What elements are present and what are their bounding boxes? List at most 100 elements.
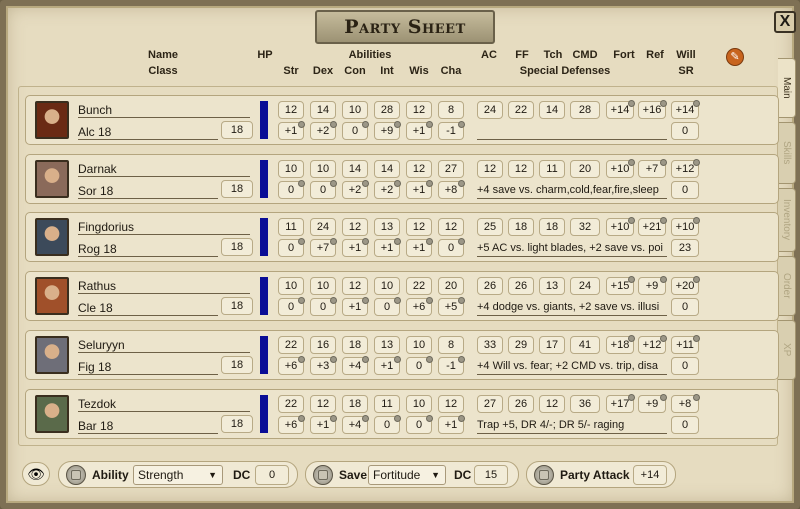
ability-score[interactable]: 10 — [278, 277, 304, 295]
ability-modifier[interactable]: +6 — [406, 297, 433, 316]
ability-dc-field[interactable]: 0 — [255, 465, 289, 485]
defense-will[interactable]: +14 — [671, 100, 700, 119]
sr-field[interactable]: 0 — [671, 357, 699, 375]
attack-roll-button[interactable] — [534, 465, 554, 485]
ability-modifier[interactable]: +1 — [342, 238, 369, 257]
tab-main[interactable]: Main — [778, 58, 796, 118]
ability-score[interactable]: 14 — [374, 160, 400, 178]
ability-modifier[interactable]: +7 — [310, 238, 337, 257]
character-name[interactable]: Tezdok — [78, 397, 250, 412]
defense-cmd[interactable]: 20 — [570, 160, 600, 178]
ability-score[interactable]: 24 — [310, 218, 336, 236]
ability-score[interactable]: 10 — [278, 160, 304, 178]
defense-fort[interactable]: +10 — [606, 159, 635, 178]
ability-score[interactable]: 20 — [438, 277, 464, 295]
ability-score[interactable]: 12 — [406, 218, 432, 236]
ability-score[interactable]: 10 — [310, 160, 336, 178]
ability-modifier[interactable]: +1 — [342, 297, 369, 316]
defense-ac[interactable]: 26 — [477, 277, 503, 295]
ability-modifier[interactable]: +4 — [342, 415, 369, 434]
defense-tch[interactable]: 14 — [539, 101, 565, 119]
defense-cmd[interactable]: 28 — [570, 101, 600, 119]
defense-fort[interactable]: +15 — [606, 276, 635, 295]
character-name[interactable]: Fingdorius — [78, 220, 250, 235]
ability-modifier[interactable]: +8 — [438, 180, 465, 199]
defense-ref[interactable]: +12 — [638, 335, 667, 354]
ability-modifier[interactable]: +2 — [342, 180, 369, 199]
edit-icon[interactable]: ✎ — [726, 48, 744, 66]
ability-score[interactable]: 13 — [374, 336, 400, 354]
ability-modifier[interactable]: +9 — [374, 121, 401, 140]
defense-tch[interactable]: 17 — [539, 336, 565, 354]
character-class[interactable]: Fig 18 — [78, 360, 218, 375]
eye-icon[interactable]: 👁 — [22, 462, 50, 486]
ability-score[interactable]: 10 — [310, 277, 336, 295]
ability-modifier[interactable]: 0 — [310, 180, 337, 199]
defense-will[interactable]: +10 — [671, 217, 700, 236]
defense-ac[interactable]: 24 — [477, 101, 503, 119]
ability-modifier[interactable]: +3 — [310, 356, 337, 375]
ability-score[interactable]: 14 — [310, 101, 336, 119]
character-name[interactable]: Rathus — [78, 279, 250, 294]
special-defenses-field[interactable]: Trap +5, DR 4/-; DR 5/- raging — [477, 419, 667, 434]
character-class[interactable]: Rog 18 — [78, 242, 218, 257]
tab-inventory[interactable]: Inventory — [778, 188, 796, 252]
defense-ref[interactable]: +21 — [638, 217, 667, 236]
ability-modifier[interactable]: +1 — [278, 121, 305, 140]
sr-field[interactable]: 0 — [671, 416, 699, 434]
ability-score[interactable]: 12 — [342, 277, 368, 295]
defense-fort[interactable]: +17 — [606, 394, 635, 413]
ability-modifier[interactable]: 0 — [438, 238, 465, 257]
tab-xp[interactable]: XP — [778, 320, 796, 380]
special-defenses-field[interactable]: +4 save vs. charm,cold,fear,fire,sleep — [477, 184, 667, 199]
ability-modifier[interactable]: +1 — [374, 356, 401, 375]
defense-cmd[interactable]: 36 — [570, 395, 600, 413]
ability-modifier[interactable]: 0 — [310, 297, 337, 316]
ability-modifier[interactable]: +1 — [310, 415, 337, 434]
defense-cmd[interactable]: 32 — [570, 218, 600, 236]
ability-modifier[interactable]: 0 — [342, 121, 369, 140]
level-field[interactable]: 18 — [221, 121, 253, 139]
ability-modifier[interactable]: +1 — [406, 238, 433, 257]
ability-modifier[interactable]: +5 — [438, 297, 465, 316]
ability-modifier[interactable]: +6 — [278, 415, 305, 434]
ability-modifier[interactable]: 0 — [278, 180, 305, 199]
ability-score[interactable]: 12 — [342, 218, 368, 236]
level-field[interactable]: 18 — [221, 297, 253, 315]
defense-ref[interactable]: +9 — [638, 394, 667, 413]
defense-tch[interactable]: 12 — [539, 395, 565, 413]
defense-ff[interactable]: 26 — [508, 277, 534, 295]
ability-score[interactable]: 10 — [374, 277, 400, 295]
defense-fort[interactable]: +14 — [606, 100, 635, 119]
character-class[interactable]: Bar 18 — [78, 419, 218, 434]
ability-modifier[interactable]: 0 — [406, 356, 433, 375]
defense-ac[interactable]: 33 — [477, 336, 503, 354]
ability-score[interactable]: 11 — [374, 395, 400, 413]
defense-ref[interactable]: +16 — [638, 100, 667, 119]
defense-ref[interactable]: +7 — [638, 159, 667, 178]
ability-score[interactable]: 12 — [406, 160, 432, 178]
ability-score[interactable]: 28 — [374, 101, 400, 119]
ability-score[interactable]: 8 — [438, 336, 464, 354]
defense-tch[interactable]: 18 — [539, 218, 565, 236]
defense-tch[interactable]: 13 — [539, 277, 565, 295]
special-defenses-field[interactable]: +5 AC vs. light blades, +2 save vs. poi — [477, 242, 667, 257]
ability-score[interactable]: 10 — [406, 395, 432, 413]
ability-score[interactable]: 18 — [342, 336, 368, 354]
close-button[interactable]: X — [774, 11, 796, 33]
ability-modifier[interactable]: +2 — [310, 121, 337, 140]
sr-field[interactable]: 0 — [671, 181, 699, 199]
defense-cmd[interactable]: 24 — [570, 277, 600, 295]
ability-score[interactable]: 12 — [438, 218, 464, 236]
defense-ff[interactable]: 18 — [508, 218, 534, 236]
ability-modifier[interactable]: 0 — [278, 297, 305, 316]
special-defenses-field[interactable]: +4 dodge vs. giants, +2 save vs. illusi — [477, 301, 667, 316]
defense-will[interactable]: +20 — [671, 276, 700, 295]
save-select[interactable]: Fortitude ▼ — [368, 465, 446, 485]
defense-tch[interactable]: 11 — [539, 160, 565, 178]
level-field[interactable]: 18 — [221, 238, 253, 256]
defense-ff[interactable]: 22 — [508, 101, 534, 119]
sr-field[interactable]: 0 — [671, 122, 699, 140]
defense-ff[interactable]: 29 — [508, 336, 534, 354]
sr-field[interactable]: 23 — [671, 239, 699, 257]
